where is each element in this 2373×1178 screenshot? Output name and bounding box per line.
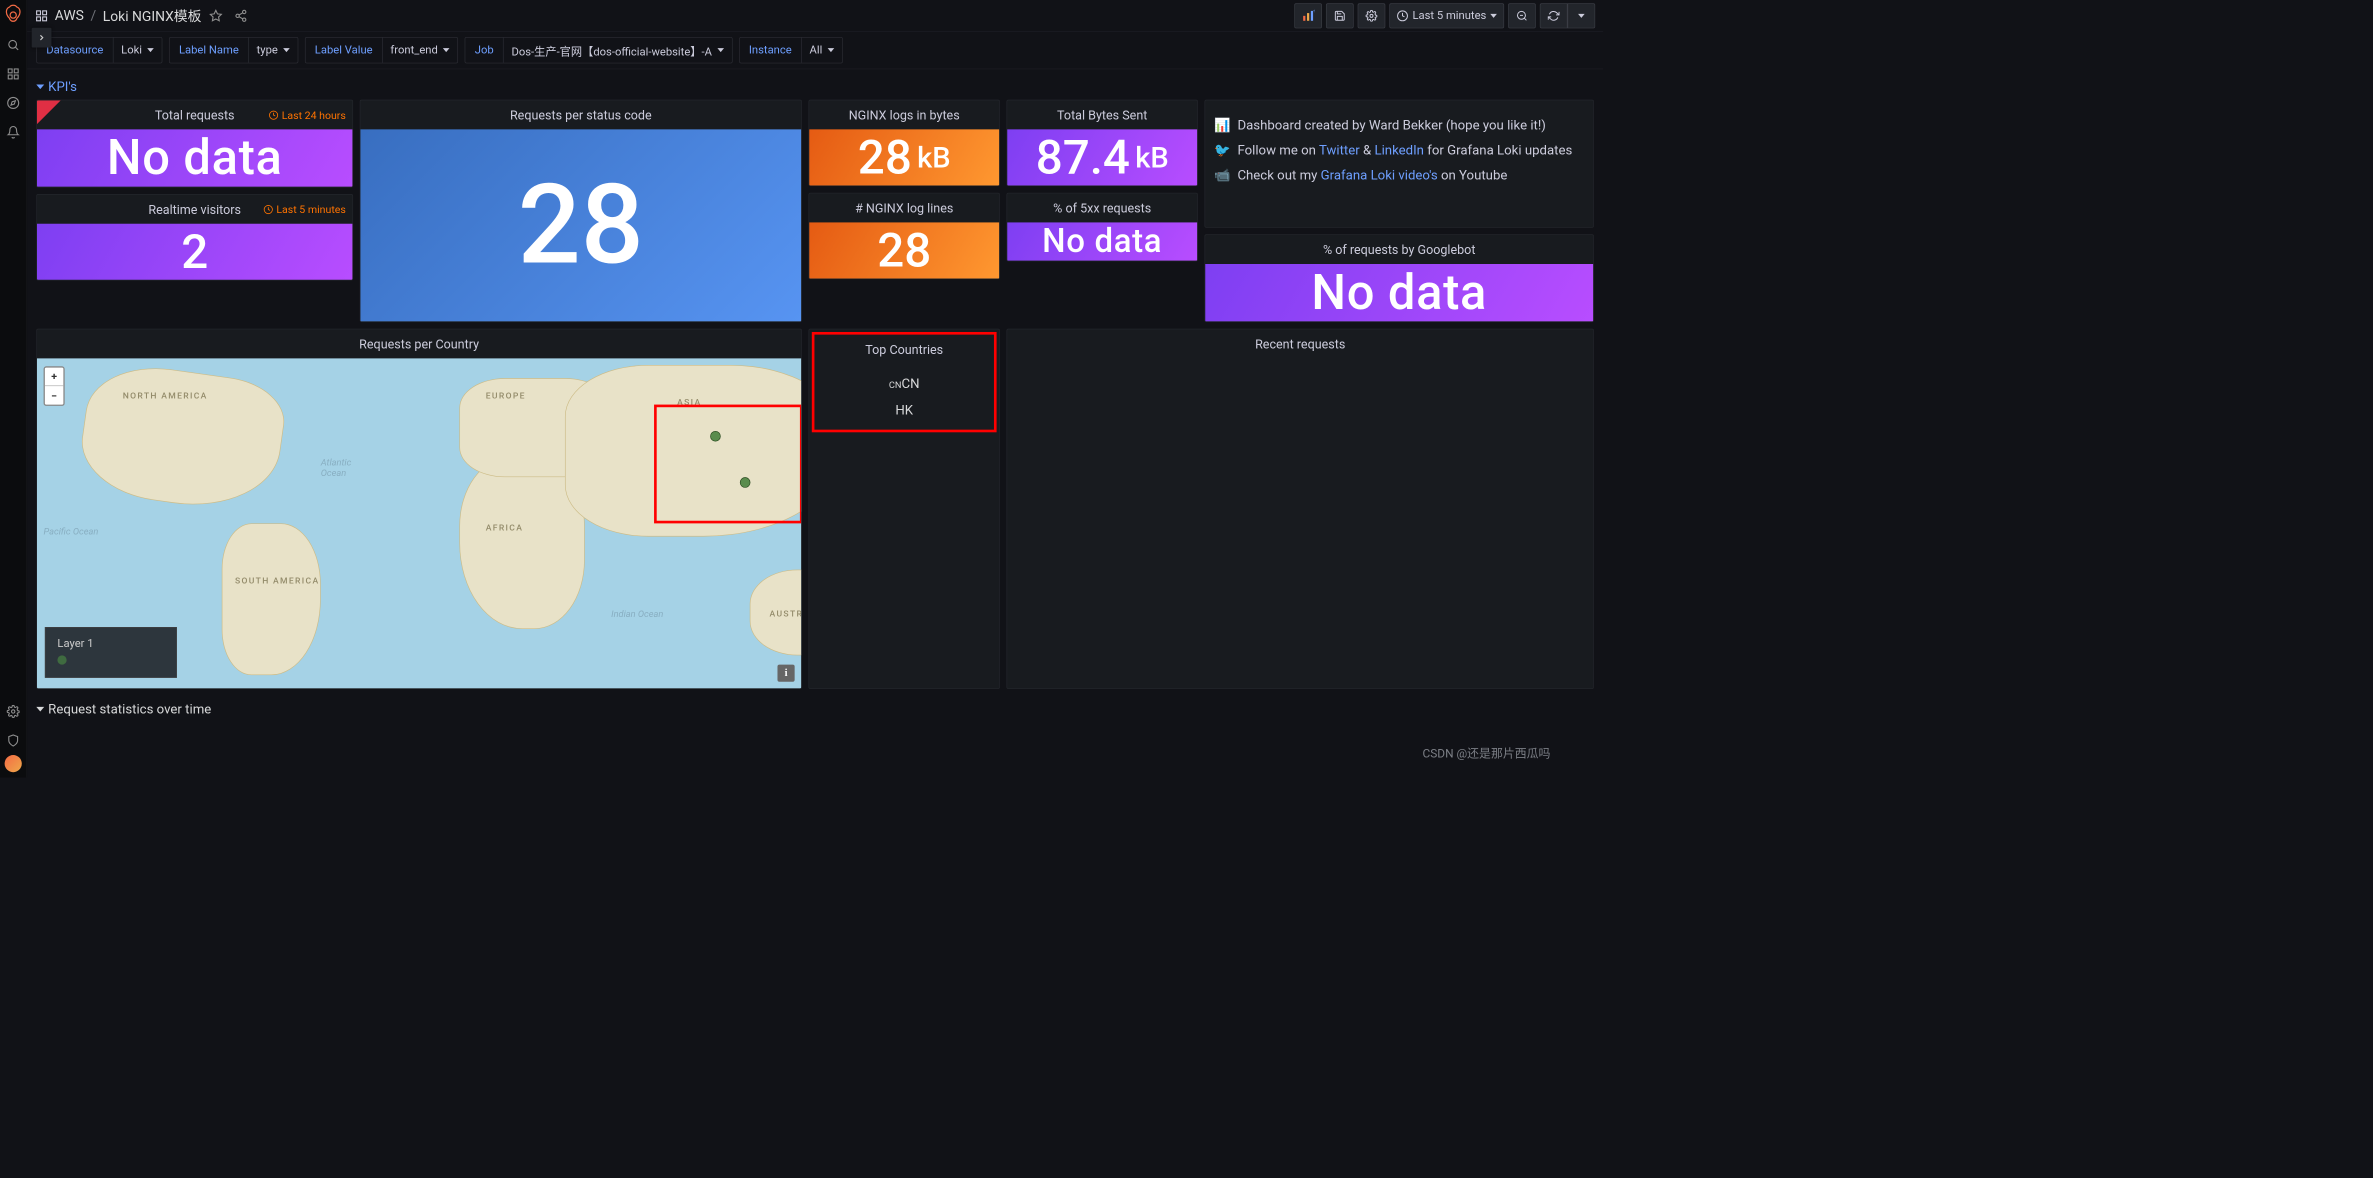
map-legend: Layer 1 [45, 627, 177, 678]
stat-value: No data [37, 129, 352, 186]
sidebar [0, 0, 27, 777]
caret-down-icon [36, 84, 44, 89]
refresh-interval-button[interactable] [1568, 3, 1596, 28]
settings-button[interactable] [1358, 3, 1386, 28]
breadcrumb-root[interactable]: AWS [55, 8, 84, 24]
var-labelvalue: Label Value front_end [305, 37, 458, 63]
panel-requests-per-status[interactable]: Requests per status code 28 [360, 100, 802, 322]
panel-title: Total Bytes Sent [1057, 107, 1147, 122]
explore-icon[interactable] [0, 90, 26, 116]
map-marker [740, 477, 751, 488]
map-info-button[interactable]: i [777, 665, 794, 682]
breadcrumb: AWS / Loki NGINX模板 [35, 6, 202, 26]
zoom-out-button[interactable] [1508, 3, 1536, 28]
twitter-link[interactable]: Twitter [1319, 142, 1360, 158]
panel-title: # NGINX log lines [855, 200, 953, 215]
save-button[interactable] [1326, 3, 1354, 28]
refresh-button[interactable] [1540, 3, 1568, 28]
stat-value: 2 [37, 224, 352, 280]
breadcrumb-page: Loki NGINX模板 [103, 6, 202, 26]
panel-nginx-log-lines[interactable]: # NGINX log lines 28 [809, 193, 1000, 279]
dashboards-icon[interactable] [0, 61, 26, 87]
panel-total-requests[interactable]: Total requests Last 24 hours No data [36, 100, 353, 188]
panel-realtime-visitors[interactable]: Realtime visitors Last 5 minutes 2 [36, 194, 353, 280]
map-zoom-controls: + − [44, 366, 65, 406]
youtube-link[interactable]: Grafana Loki video's [1321, 167, 1438, 183]
stat-value: No data [1007, 222, 1197, 260]
configuration-icon[interactable] [0, 698, 26, 724]
stat-value: 28 [809, 222, 999, 278]
alerting-icon[interactable] [0, 119, 26, 145]
map-marker [710, 431, 721, 442]
user-avatar[interactable] [5, 755, 22, 772]
svg-text:+: + [1313, 9, 1315, 15]
chevron-down-icon [443, 48, 450, 52]
timepicker-label: Last 5 minutes [1412, 9, 1486, 22]
grafana-logo-icon[interactable] [3, 4, 23, 24]
chevron-down-icon [147, 48, 154, 52]
panel-requests-per-country[interactable]: Requests per Country NORTH AMERICA SOUTH… [36, 329, 802, 689]
chevron-down-icon [1490, 14, 1497, 18]
row-kpi[interactable]: KPI's [36, 73, 1594, 99]
var-datasource: Datasource Loki [36, 37, 162, 63]
list-item: CNCN [889, 370, 920, 396]
chevron-down-icon [1578, 14, 1585, 18]
panel-title: Total requests [155, 107, 235, 122]
panel-title: Top Countries [865, 342, 943, 357]
panel-pct-googlebot[interactable]: % of requests by Googlebot No data [1205, 234, 1594, 322]
stat-value: 28kB [809, 129, 999, 185]
panel-recent-requests[interactable]: Recent requests [1007, 329, 1594, 689]
search-icon[interactable] [0, 32, 26, 58]
panel-nginx-logs-bytes[interactable]: NGINX logs in bytes 28kB [809, 100, 1000, 186]
var-labelname: Label Name type [169, 37, 298, 63]
variable-bar: Datasource Loki Label Name type Label Va… [27, 32, 1603, 70]
world-map[interactable]: NORTH AMERICA SOUTH AMERICA AFRICA EUROP… [37, 358, 801, 688]
add-panel-button[interactable]: + [1294, 3, 1322, 28]
var-instance: Instance All [739, 37, 843, 63]
apps-icon[interactable] [35, 9, 48, 22]
panel-text-info: 📊Dashboard created by Ward Bekker (hope … [1205, 100, 1594, 228]
chevron-down-icon [717, 48, 724, 52]
country-list: CNCN HK [814, 364, 994, 430]
expand-sidebar-button[interactable] [32, 28, 52, 48]
toolbar: + Last 5 minutes [1294, 3, 1595, 28]
panel-title: Requests per status code [510, 107, 652, 122]
timepicker-button[interactable]: Last 5 minutes [1389, 3, 1504, 28]
panel-total-bytes-sent[interactable]: Total Bytes Sent 87.4kB [1007, 100, 1198, 186]
linkedin-link[interactable]: LinkedIn [1374, 142, 1424, 158]
star-icon[interactable] [205, 5, 226, 26]
caret-down-icon [36, 707, 44, 712]
list-item: HK [895, 397, 913, 423]
panel-title: Requests per Country [359, 336, 479, 351]
panel-title: % of 5xx requests [1053, 200, 1151, 215]
zoom-out-button[interactable]: − [45, 386, 63, 404]
stat-value: No data [1205, 264, 1593, 321]
topbar: AWS / Loki NGINX模板 + Last 5 minutes [27, 0, 1603, 32]
panel-title: Realtime visitors [148, 202, 241, 217]
chevron-down-icon [828, 48, 835, 52]
row-request-stats[interactable]: Request statistics over time [36, 696, 1594, 722]
stat-value: 87.4kB [1007, 129, 1197, 185]
chevron-down-icon [283, 48, 290, 52]
panel-pct-5xx[interactable]: % of 5xx requests No data [1007, 193, 1198, 262]
panel-title: Recent requests [1255, 336, 1345, 351]
stat-value: 28 [360, 129, 801, 321]
server-admin-icon[interactable] [0, 727, 26, 753]
var-job: Job Dos-生产-官网【dos-official-website】-A [465, 37, 733, 63]
panel-title: % of requests by Googlebot [1323, 242, 1475, 257]
panel-title: NGINX logs in bytes [849, 107, 960, 122]
zoom-in-button[interactable]: + [45, 368, 63, 386]
share-icon[interactable] [231, 5, 252, 26]
panel-top-countries[interactable]: Top Countries CNCN HK [809, 329, 1000, 689]
breadcrumb-separator: / [90, 8, 96, 24]
